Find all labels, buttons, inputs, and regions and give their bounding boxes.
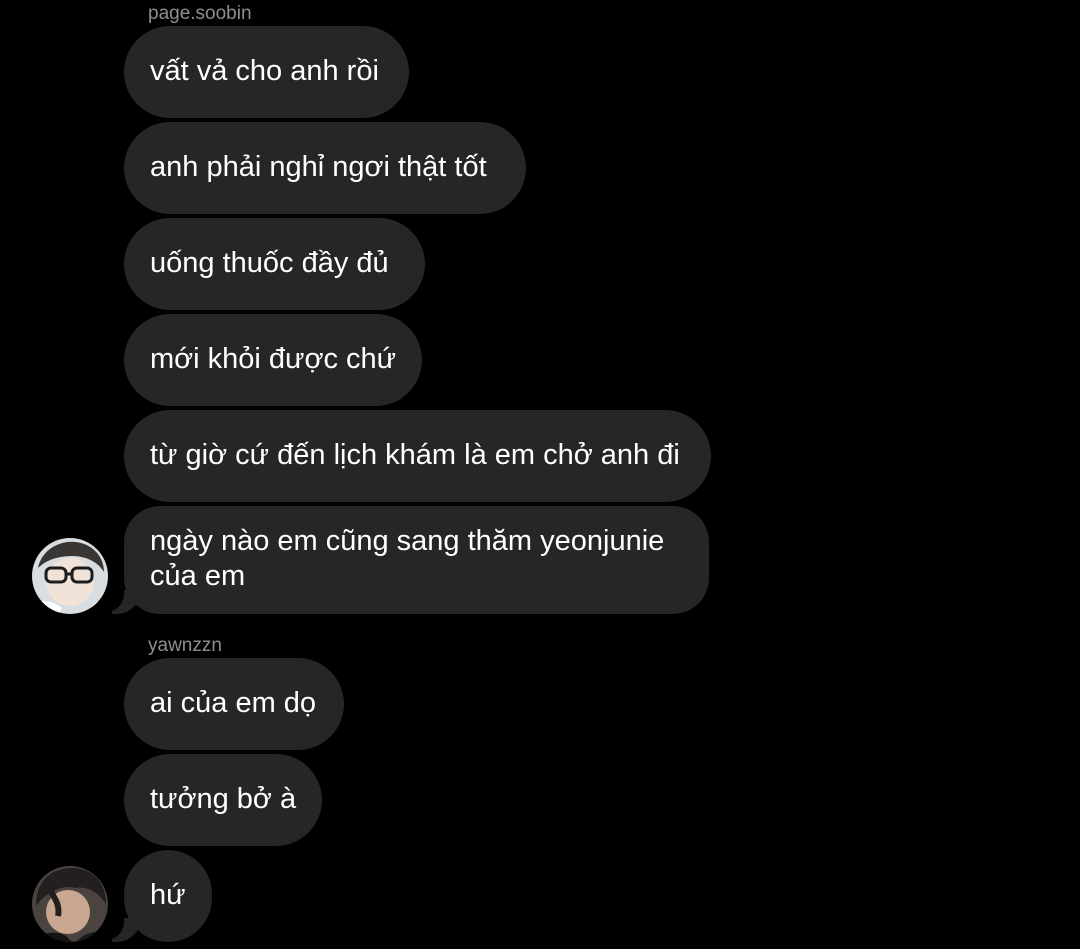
sender-name: page.soobin <box>148 3 252 24</box>
sender-avatar[interactable] <box>32 866 108 942</box>
bubble-tail <box>112 590 138 614</box>
message-bubble[interactable]: từ giờ cứ đến lịch khám là em chở anh đi <box>124 410 711 502</box>
message-text: hứ <box>150 879 186 911</box>
message-text: mới khỏi được chứ <box>150 343 397 375</box>
message-bubble[interactable]: mới khỏi được chứ <box>124 314 422 406</box>
message-text: tưởng bở à <box>150 783 297 815</box>
message-bubble[interactable]: uống thuốc đầy đủ <box>124 218 425 310</box>
bubble-tail <box>112 918 138 942</box>
message-text: anh phải nghỉ ngơi thật tốt <box>150 151 487 183</box>
message-text: ngày nào em cũng sang thăm yeonjunie của… <box>150 525 665 592</box>
message-bubble[interactable]: tưởng bở à <box>124 754 322 846</box>
message-bubble[interactable]: anh phải nghỉ ngơi thật tốt <box>124 122 526 214</box>
sender-name: yawnzzn <box>148 635 222 656</box>
message-bubble[interactable]: vất vả cho anh rồi <box>124 26 409 118</box>
message-bubble[interactable]: ai của em dọ <box>124 658 344 750</box>
message-bubble[interactable]: ngày nào em cũng sang thăm yeonjunie của… <box>112 506 709 614</box>
message-text: uống thuốc đầy đủ <box>150 247 389 279</box>
message-text: vất vả cho anh rồi <box>150 55 379 87</box>
avatar-photo-icon <box>32 538 108 614</box>
message-text: ai của em dọ <box>150 687 317 719</box>
message-text: từ giờ cứ đến lịch khám là em chở anh đi <box>150 439 680 471</box>
avatar-photo-icon <box>32 866 108 942</box>
message-bubble[interactable]: hứ <box>112 850 212 942</box>
sender-avatar[interactable] <box>32 538 108 614</box>
